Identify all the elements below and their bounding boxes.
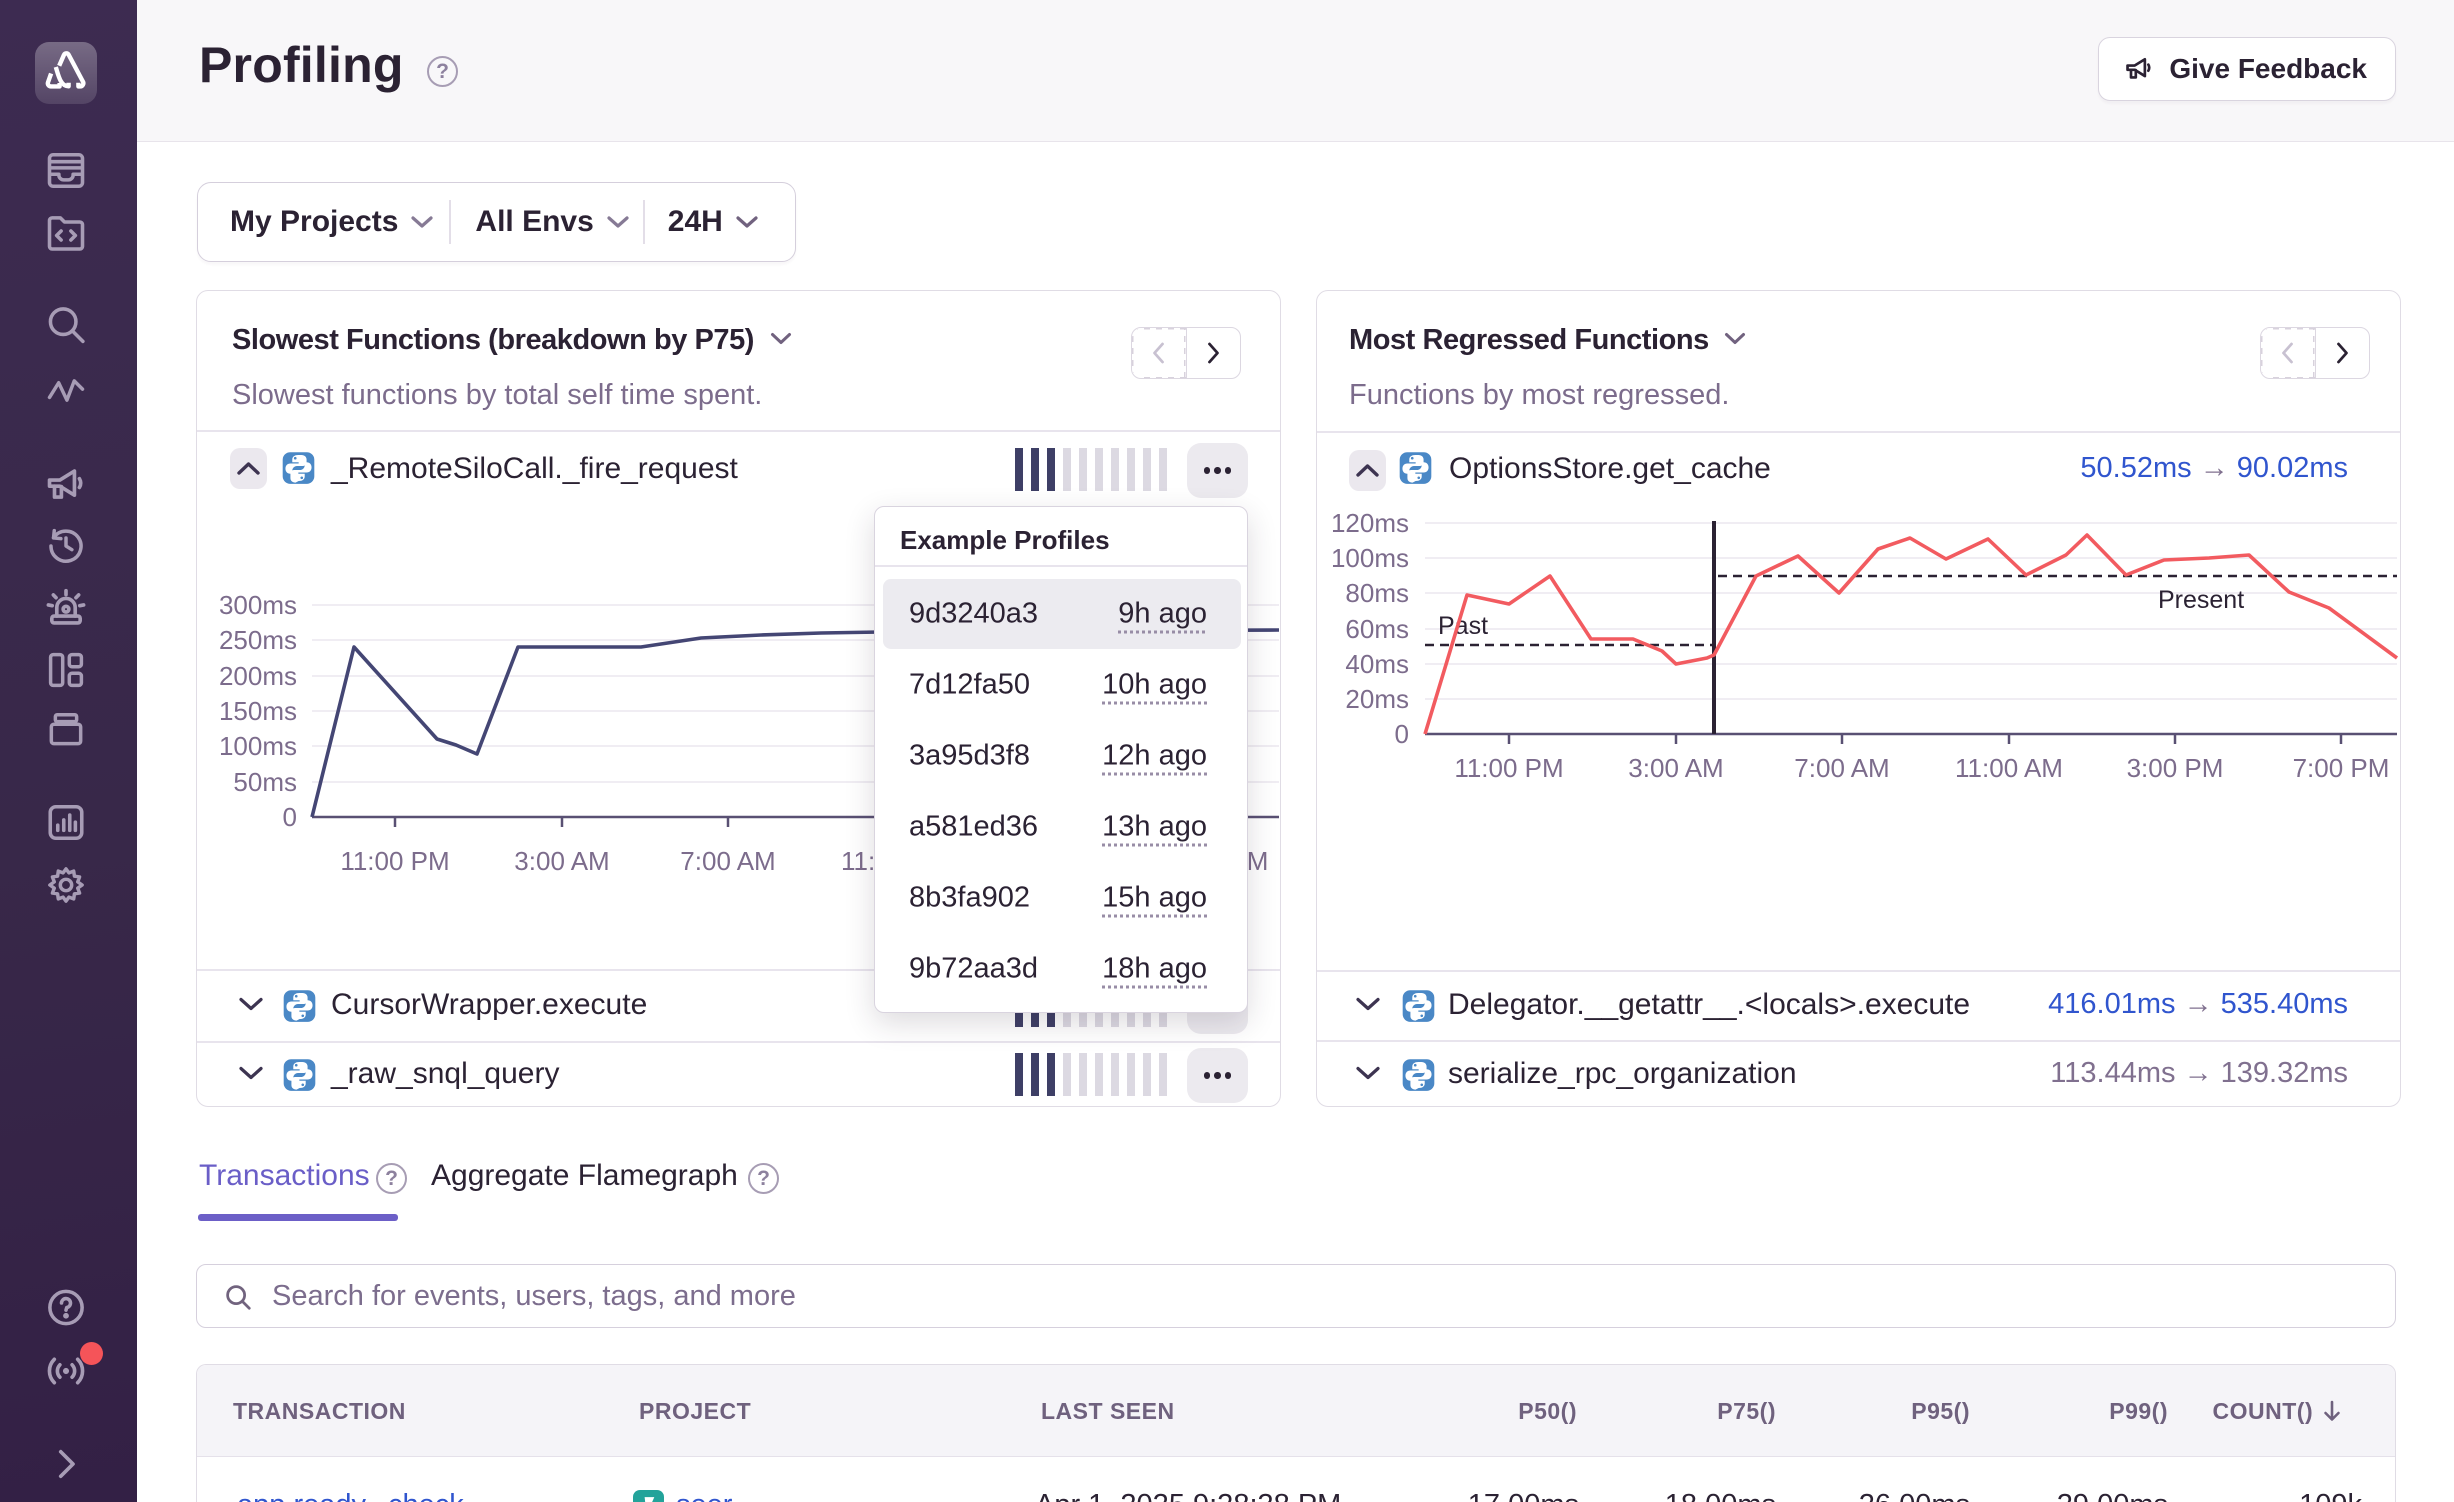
svg-text:120ms: 120ms — [1331, 508, 1409, 538]
svg-text:3:00 AM: 3:00 AM — [1628, 753, 1723, 783]
svg-text:250ms: 250ms — [219, 625, 297, 655]
svg-text:3:00 PM: 3:00 PM — [2127, 753, 2224, 783]
svg-text:Past: Past — [1438, 612, 1488, 640]
svg-text:0: 0 — [283, 802, 297, 832]
svg-text:80ms: 80ms — [1345, 578, 1409, 608]
svg-text:7:00 PM: 7:00 PM — [2293, 753, 2390, 783]
svg-text:100ms: 100ms — [219, 731, 297, 761]
svg-text:200ms: 200ms — [219, 661, 297, 691]
svg-text:11:00 PM: 11:00 PM — [340, 846, 449, 876]
svg-text:Present: Present — [2158, 586, 2244, 614]
svg-text:60ms: 60ms — [1345, 614, 1409, 644]
svg-text:0: 0 — [1395, 719, 1409, 749]
svg-text:100ms: 100ms — [1331, 543, 1409, 573]
svg-text:7:00 AM: 7:00 AM — [680, 846, 775, 876]
svg-text:50ms: 50ms — [233, 767, 297, 797]
svg-text:150ms: 150ms — [219, 696, 297, 726]
svg-text:40ms: 40ms — [1345, 649, 1409, 679]
svg-text:11:00 PM: 11:00 PM — [1454, 753, 1563, 783]
svg-text:3:00 AM: 3:00 AM — [514, 846, 609, 876]
svg-text:11:00 AM: 11:00 AM — [1955, 753, 2063, 783]
svg-text:7:00 AM: 7:00 AM — [1794, 753, 1889, 783]
svg-text:300ms: 300ms — [219, 590, 297, 620]
svg-text:20ms: 20ms — [1345, 684, 1409, 714]
